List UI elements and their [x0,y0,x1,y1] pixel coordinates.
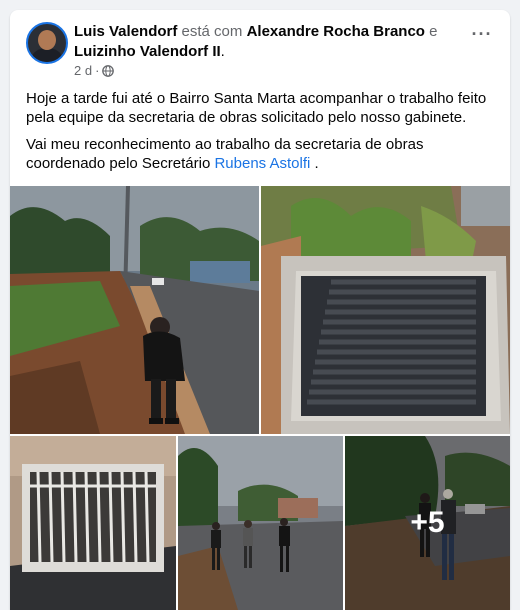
post-meta: 2 d · [74,63,115,78]
post-header-line-2: Luizinho Valendorf II. [74,42,454,62]
paragraph-2-line-2: coordenado pelo Secretário Rubens Astolf… [26,154,496,173]
paragraph-2-prefix: coordenado pelo Secretário [26,155,211,172]
meta-dot: · [95,63,100,78]
header-period: . [220,43,225,60]
globe-icon[interactable] [102,64,115,77]
and-text: e [429,23,438,40]
more-options-icon[interactable]: ··· [470,25,494,46]
secretary-link[interactable]: Rubens Astolfi [214,155,310,172]
post-paragraph-1: Hoje a tarde fui até o Bairro Santa Mart… [26,90,487,126]
paragraph-2-line-1: Vai meu reconhecimento ao trabalho da se… [26,136,424,153]
tagged-person-2[interactable]: Luizinho Valendorf II [74,43,221,60]
post-card: Luis Valendorf está com Alexandre Rocha … [10,10,510,610]
author-name[interactable]: Luis Valendorf [74,23,177,40]
paragraph-2-suffix: . [310,155,319,172]
more-photos-overlay[interactable]: +5 [345,436,510,610]
photo-3[interactable] [10,436,176,610]
post-header: Luis Valendorf está com Alexandre Rocha … [74,22,454,42]
photo-4[interactable] [178,436,343,610]
photo-2[interactable] [261,186,510,434]
tagged-person-1[interactable]: Alexandre Rocha Branco [247,23,425,40]
post-time[interactable]: 2 d [74,63,92,78]
with-text: está com [181,23,243,40]
photo-5[interactable]: +5 [345,436,510,610]
avatar[interactable] [26,22,68,64]
photo-1[interactable] [10,186,259,434]
post-paragraph-2: Vai meu reconhecimento ao trabalho da se… [26,135,496,173]
